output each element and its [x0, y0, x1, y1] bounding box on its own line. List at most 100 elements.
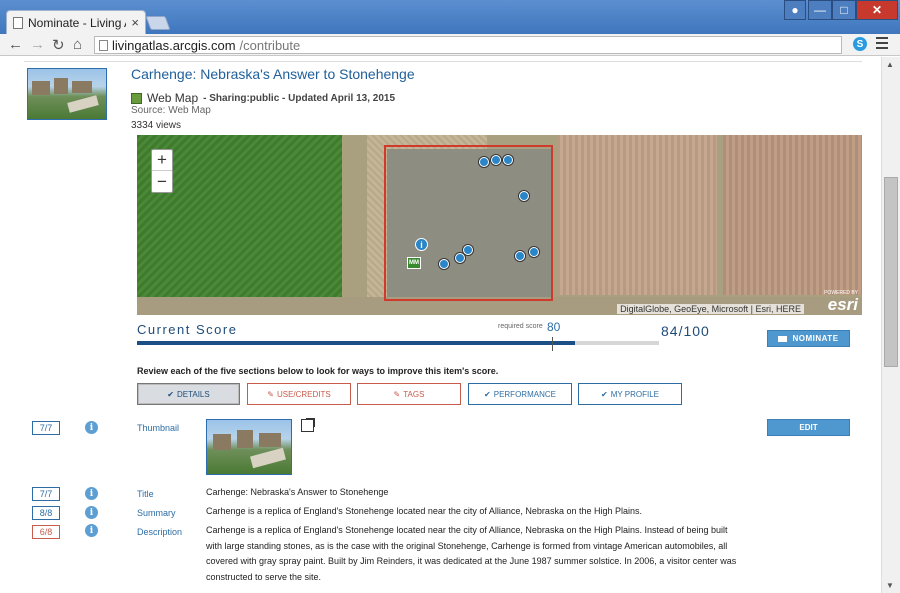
close-window-button[interactable]: ✕ — [856, 0, 898, 20]
back-arrow-icon[interactable]: ← — [8, 36, 23, 53]
vertical-scrollbar[interactable]: ▲ ▼ — [881, 57, 900, 593]
summary-value: Carhenge is a replica of England's Stone… — [206, 506, 642, 516]
scrollbar-thumb[interactable] — [884, 177, 898, 367]
map-marker[interactable] — [529, 247, 539, 257]
url-path: /contribute — [239, 37, 301, 53]
tab-use-credits[interactable]: ✎ USE/CREDITS — [247, 383, 351, 405]
score-value: 84/100 — [661, 323, 710, 339]
edit-button[interactable]: EDIT — [767, 419, 850, 436]
tab-label: PERFORMANCE — [493, 389, 556, 399]
review-instructions: Review each of the five sections below t… — [137, 366, 499, 376]
item-type-row: Web Map - Sharing:public - Updated April… — [131, 91, 395, 105]
thumbnail-label: Thumbnail — [137, 423, 180, 433]
check-icon: ✔ — [484, 389, 491, 399]
map-marker[interactable] — [519, 191, 529, 201]
description-info-icon[interactable]: i — [85, 524, 98, 537]
pencil-icon: ✎ — [393, 389, 401, 399]
address-bar[interactable]: livingatlas.arcgis.com/contribute — [94, 36, 842, 54]
item-type: Web Map — [147, 91, 199, 105]
envelope-icon — [778, 335, 788, 342]
map-marker[interactable] — [439, 259, 449, 269]
required-score-label: required score — [498, 323, 543, 330]
forward-arrow-icon[interactable]: → — [30, 36, 45, 53]
web-map-icon — [131, 92, 142, 104]
tab-close-icon[interactable]: × — [131, 15, 139, 30]
map-field — [723, 135, 862, 295]
summary-score-badge: 8/8 — [32, 506, 60, 520]
check-icon: ✔ — [600, 389, 608, 399]
item-views: 3334 views — [131, 120, 182, 131]
summary-label: Summary — [137, 508, 176, 518]
tab-label: DETAILS — [176, 389, 210, 399]
check-icon: ✔ — [167, 389, 174, 399]
map-marker-label[interactable]: MM — [407, 257, 421, 269]
nominate-button[interactable]: NOMINATE — [767, 330, 850, 347]
esri-logo: POWERED BY esri — [824, 291, 858, 314]
map-marker[interactable] — [463, 245, 473, 255]
scroll-down-icon[interactable]: ▼ — [886, 581, 894, 590]
esri-logo-text: esri — [827, 295, 858, 314]
item-source: Source: Web Map — [131, 105, 211, 116]
map-marker[interactable] — [479, 157, 489, 167]
tab-label: TAGS — [403, 389, 425, 399]
tab-performance[interactable]: ✔ PERFORMANCE — [468, 383, 572, 405]
title-score-badge: 7/7 — [32, 487, 60, 501]
tab-title: Nominate - Living At — [28, 15, 127, 30]
tab-tags[interactable]: ✎ TAGS — [357, 383, 461, 405]
title-info-icon[interactable]: i — [85, 487, 98, 500]
item-sharing-meta: - Sharing:public - Updated April 13, 201… — [203, 92, 396, 104]
map-view[interactable]: + − i MM DigitalGlobe, GeoEye, Microsoft… — [137, 135, 862, 315]
minimize-button[interactable]: — — [808, 0, 832, 20]
home-icon[interactable]: ⌂ — [73, 36, 82, 53]
menu-icon[interactable] — [876, 37, 888, 49]
description-line: covered with gray spray paint. Built by … — [206, 556, 737, 566]
zoom-in-button[interactable]: + — [152, 150, 172, 171]
map-boundary — [384, 145, 553, 301]
tab-details[interactable]: ✔ DETAILS — [137, 383, 240, 405]
map-field — [557, 135, 717, 295]
maximize-button[interactable]: □ — [832, 0, 856, 20]
browser-titlebar: Nominate - Living At × ● — □ ✕ — [0, 0, 900, 34]
description-line: with large standing stones, as is the ca… — [206, 540, 728, 551]
score-bar-fill — [137, 341, 576, 345]
tab-my-profile[interactable]: ✔ MY PROFILE — [578, 383, 682, 405]
info-marker-icon[interactable]: i — [415, 238, 428, 251]
zoom-control: + − — [151, 149, 173, 193]
new-tab-button[interactable] — [145, 16, 171, 30]
reload-icon[interactable]: ↻ — [52, 36, 65, 54]
required-score-marker — [552, 337, 553, 351]
tab-label: MY PROFILE — [610, 389, 659, 399]
page-icon — [99, 39, 108, 51]
score-bar — [137, 341, 659, 345]
map-marker[interactable] — [491, 155, 501, 165]
thumbnail-preview[interactable] — [206, 419, 292, 475]
description-line: Carhenge is a replica of England's Stone… — [206, 525, 728, 535]
zoom-out-button[interactable]: − — [152, 171, 172, 192]
required-score-value: 80 — [547, 320, 561, 334]
page-icon — [13, 16, 23, 29]
item-title[interactable]: Carhenge: Nebraska's Answer to Stoneheng… — [131, 66, 415, 82]
map-marker[interactable] — [455, 253, 465, 263]
pencil-icon: ✎ — [267, 389, 274, 399]
page-content: Carhenge: Nebraska's Answer to Stoneheng… — [0, 57, 881, 593]
scroll-up-icon[interactable]: ▲ — [886, 60, 894, 69]
title-label: Title — [137, 489, 154, 499]
summary-info-icon[interactable]: i — [85, 506, 98, 519]
nominate-button-label: NOMINATE — [792, 334, 839, 343]
skype-icon[interactable]: S — [853, 37, 867, 51]
map-attribution: DigitalGlobe, GeoEye, Microsoft | Esri, … — [617, 304, 804, 314]
description-score-badge: 6/8 — [32, 525, 60, 539]
thumbnail-info-icon[interactable]: i — [85, 421, 98, 434]
description-line: constructed to serve the site. — [206, 571, 322, 582]
url-host: livingatlas.arcgis.com — [112, 37, 236, 53]
divider — [24, 61, 862, 62]
external-link-icon[interactable] — [301, 418, 315, 432]
browser-tab[interactable]: Nominate - Living At × — [6, 10, 146, 34]
browser-toolbar: ← → ↻ ⌂ livingatlas.arcgis.com/contribut… — [0, 34, 900, 56]
description-label: Description — [137, 527, 183, 537]
map-marker[interactable] — [515, 251, 525, 261]
map-marker[interactable] — [503, 155, 513, 165]
user-icon[interactable]: ● — [784, 0, 806, 20]
thumbnail-score-badge: 7/7 — [32, 421, 60, 435]
item-thumbnail[interactable] — [27, 68, 107, 120]
